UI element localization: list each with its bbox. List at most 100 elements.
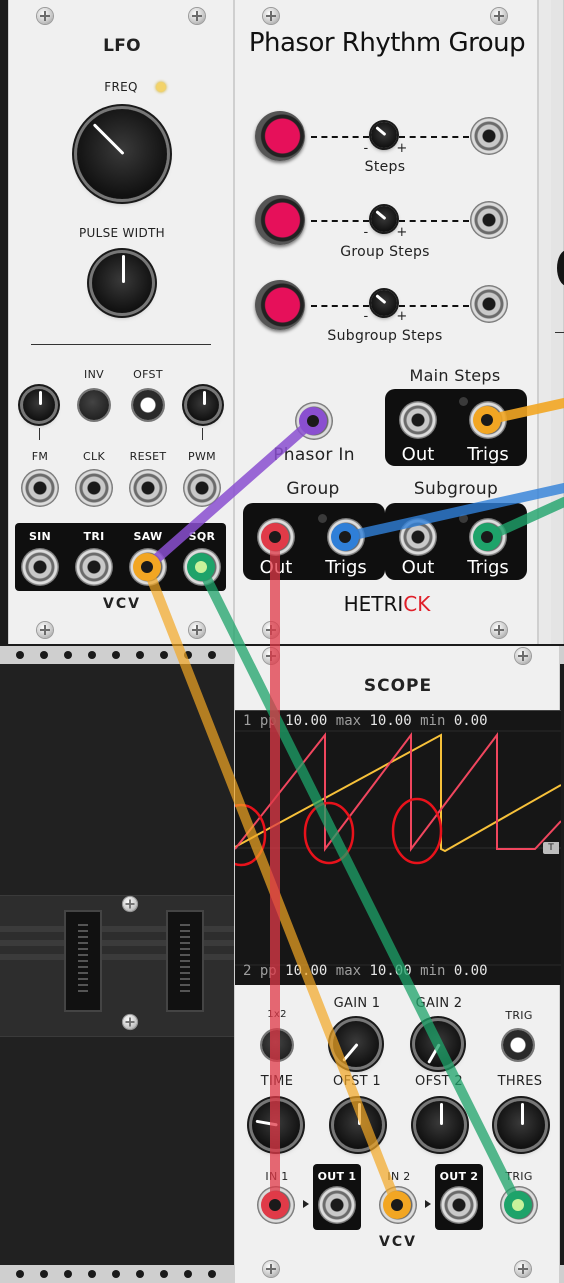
trigger-level-marker[interactable]: T xyxy=(543,842,559,854)
subgroup-dash-right xyxy=(399,305,469,307)
steps-dash-left xyxy=(311,136,369,138)
x2-button[interactable] xyxy=(262,1030,292,1060)
steps-cv-button[interactable] xyxy=(255,111,305,161)
ofst-button[interactable] xyxy=(133,390,163,420)
ofst1-knob[interactable] xyxy=(334,1101,382,1149)
subgroup-steps-cv-jack[interactable] xyxy=(470,285,508,323)
arrow-icon xyxy=(303,1200,309,1208)
scope-display[interactable]: 1 pp 10.00 max 10.00 min 0.00 2 pp 10.00… xyxy=(235,710,561,985)
screw xyxy=(491,622,507,638)
steps-dash-right xyxy=(399,136,469,138)
pwm-input-jack[interactable] xyxy=(183,469,221,507)
subgroup-steps-knob[interactable] xyxy=(371,290,397,316)
divider-line xyxy=(31,344,211,345)
main-out-jack[interactable] xyxy=(399,401,437,439)
trig-button[interactable] xyxy=(503,1030,533,1060)
out1-jack[interactable] xyxy=(318,1186,356,1224)
screw xyxy=(122,896,138,912)
scope-title: SCOPE xyxy=(363,676,433,696)
fm-label: FM xyxy=(31,450,49,463)
screw xyxy=(491,8,507,24)
hetrick-logo: HETRICK xyxy=(235,592,539,616)
in1-jack[interactable] xyxy=(257,1186,295,1224)
group-plus: + xyxy=(396,225,408,240)
tri-output-jack[interactable] xyxy=(75,548,113,586)
trig-label: TRIG xyxy=(505,1009,533,1022)
sin-label: SIN xyxy=(28,530,52,543)
screw xyxy=(263,648,279,664)
fm-tick xyxy=(39,428,40,440)
subgroup-plus: + xyxy=(396,309,408,324)
x2-label: 1x2 xyxy=(267,1009,287,1020)
group-steps-knob[interactable] xyxy=(371,206,397,232)
pwm-label: PWM xyxy=(188,450,216,463)
pwm-attenuator-knob[interactable] xyxy=(187,389,219,421)
freq-knob[interactable] xyxy=(77,109,167,199)
connector-left xyxy=(64,910,102,1012)
steps-cv-jack[interactable] xyxy=(470,117,508,155)
subgroup-dash-left xyxy=(311,305,369,307)
time-label: TIME xyxy=(260,1074,294,1089)
phasor-rhythm-group-module: Phasor Rhythm Group - + Steps - + Group … xyxy=(234,0,538,644)
group-steps-cv-jack[interactable] xyxy=(470,201,508,239)
subgroup-out-jack[interactable] xyxy=(399,518,437,556)
lfo-module: LFO FREQ PULSE WIDTH INV OFST FM CLK RES… xyxy=(8,0,234,644)
steps-knob[interactable] xyxy=(371,122,397,148)
subgroup-label: Subgroup xyxy=(413,479,499,499)
ofst2-label: OFST 2 xyxy=(415,1074,463,1089)
scope-brand-logo: VCV xyxy=(379,1234,417,1250)
ch2-number: 2 xyxy=(243,963,252,979)
saw-output-jack[interactable] xyxy=(129,548,167,586)
clk-input-jack[interactable] xyxy=(75,469,113,507)
sqr-output-jack[interactable] xyxy=(183,548,221,586)
reset-input-jack[interactable] xyxy=(129,469,167,507)
group-out-label: Out xyxy=(259,557,293,578)
gain1-label: GAIN 1 xyxy=(333,996,381,1011)
group-trigs-jack[interactable] xyxy=(327,518,365,556)
ch1-min-value: 0.00 xyxy=(453,713,488,729)
trig-in-label: TRIG xyxy=(505,1170,533,1183)
subgroup-minus: - xyxy=(363,309,369,324)
group-minus: - xyxy=(363,225,369,240)
gain2-knob[interactable] xyxy=(415,1021,461,1067)
annotation-circle xyxy=(235,803,267,867)
blank-panel xyxy=(0,895,234,1037)
lfo-brand-logo: VCV xyxy=(103,596,141,612)
ch1-min: min xyxy=(420,713,446,729)
main-trigs-jack[interactable] xyxy=(469,401,507,439)
ch1-readout: 1 pp 10.00 max 10.00 min 0.00 xyxy=(243,713,555,729)
time-knob[interactable] xyxy=(252,1101,300,1149)
fm-attenuator-knob[interactable] xyxy=(23,389,55,421)
subgroup-out-label: Out xyxy=(401,557,435,578)
ch1-number: 1 xyxy=(243,713,252,729)
subgroup-trigs-label: Trigs xyxy=(467,557,509,578)
annotation-circle xyxy=(303,801,355,865)
phasor-in-jack[interactable] xyxy=(295,402,333,440)
pulse-width-knob[interactable] xyxy=(92,253,152,313)
fm-input-jack[interactable] xyxy=(21,469,59,507)
sin-output-jack[interactable] xyxy=(21,548,59,586)
saw-label: SAW xyxy=(133,530,163,543)
phasor-title: Phasor Rhythm Group xyxy=(248,28,526,58)
thres-knob[interactable] xyxy=(497,1101,545,1149)
ch2-pp-value: 10.00 xyxy=(285,963,328,979)
group-steps-label: Group Steps xyxy=(340,244,430,260)
group-out-jack[interactable] xyxy=(257,518,295,556)
group-steps-cv-button[interactable] xyxy=(255,195,305,245)
trig-in-jack[interactable] xyxy=(500,1186,538,1224)
group-trigs-label: Trigs xyxy=(325,557,367,578)
inv-button[interactable] xyxy=(79,390,109,420)
out2-jack[interactable] xyxy=(440,1186,478,1224)
screw xyxy=(515,648,531,664)
in2-jack[interactable] xyxy=(379,1186,417,1224)
steps-plus: + xyxy=(396,141,408,156)
main-steps-light xyxy=(459,397,468,406)
subgroup-steps-cv-button[interactable] xyxy=(255,280,305,330)
screw xyxy=(189,622,205,638)
gain1-knob[interactable] xyxy=(333,1021,379,1067)
out2-label: OUT 2 xyxy=(439,1170,479,1183)
group-light xyxy=(318,514,327,523)
ofst2-knob[interactable] xyxy=(416,1101,464,1149)
subgroup-trigs-jack[interactable] xyxy=(469,518,507,556)
sqr-label: SQR xyxy=(188,530,216,543)
